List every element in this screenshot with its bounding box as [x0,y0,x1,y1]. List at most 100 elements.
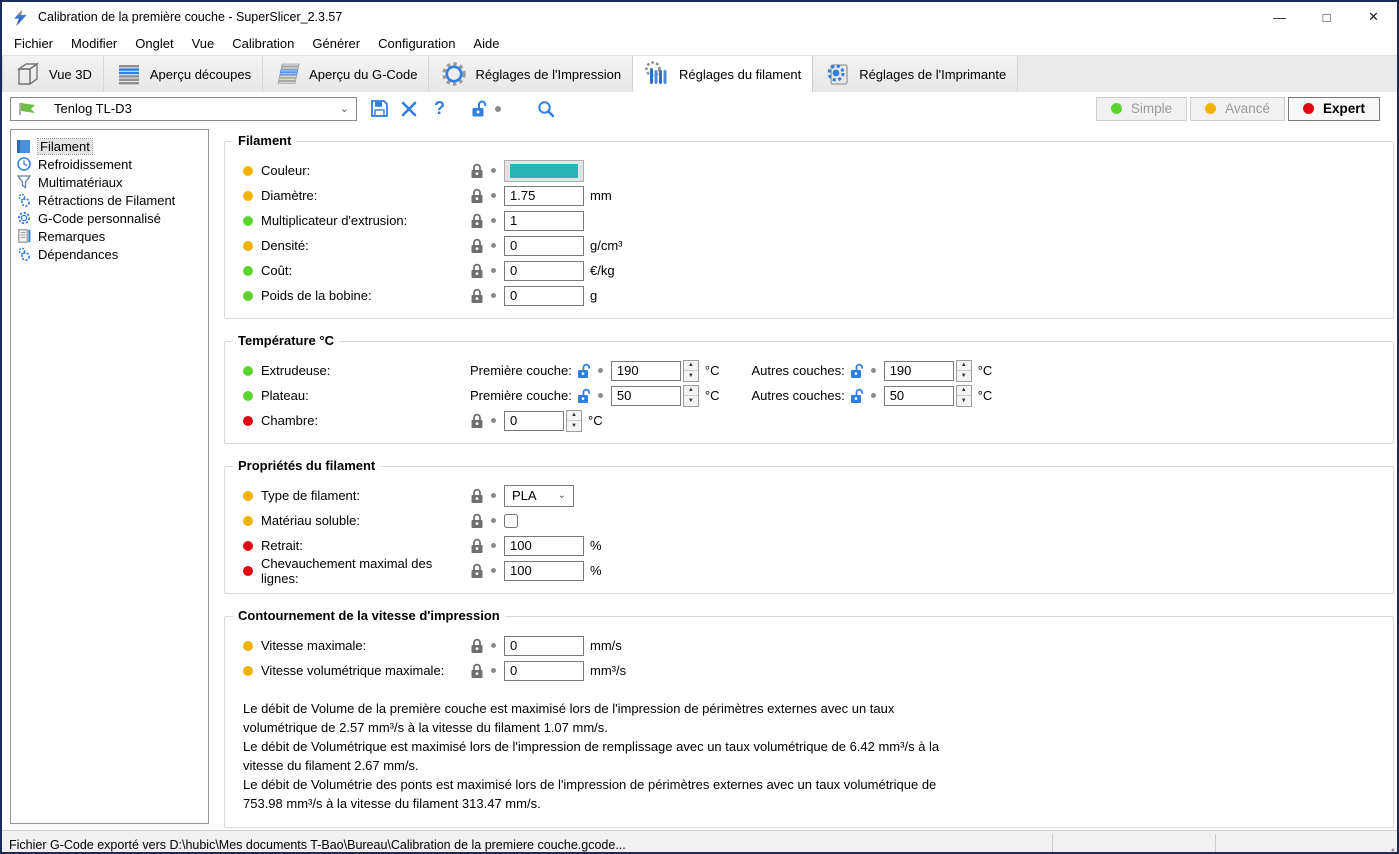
resize-grip[interactable] [1383,845,1395,852]
filament-type-dropdown[interactable]: PLA ⌄ [504,484,574,507]
maximize-button[interactable]: □ [1303,2,1350,32]
group-title: Propriétés du filament [233,458,381,473]
chamber-input[interactable] [504,410,564,431]
cout-input[interactable] [504,260,584,281]
unit-label: g/cm³ [590,238,623,253]
spin-down-button[interactable]: ▼ [567,421,581,431]
info-line: Le débit de Volumétrique est maximisé lo… [243,739,940,773]
mode-expert-button[interactable]: Expert [1287,96,1380,121]
spin-up-button[interactable]: ▲ [683,386,698,396]
save-preset-button[interactable] [370,99,389,118]
spin-down-button[interactable]: ▼ [684,371,698,381]
cooling-clock-icon [16,157,32,172]
lock-icon[interactable] [470,163,484,179]
unlock-icon[interactable] [850,388,864,404]
spin-down-button[interactable]: ▼ [957,396,971,406]
lock-icon[interactable] [470,513,484,529]
flow-info-text: Le débit de Volume de la première couche… [243,699,943,813]
unit-label: % [590,563,602,578]
color-swatch-button[interactable] [504,159,584,182]
tab-vue-3d[interactable]: Vue 3D [2,56,104,92]
lock-icon[interactable] [470,213,484,229]
search-button[interactable] [537,100,555,118]
settings-panel: Filament Couleur: Diamètre: m [224,125,1394,828]
mode-bullet-icon [243,565,253,576]
soluble-checkbox[interactable] [504,513,518,528]
mode-bullet-icon [243,665,253,676]
retrait-input[interactable] [504,535,584,556]
modified-dot-icon [491,643,496,648]
poids-input[interactable] [504,285,584,306]
mode-simple-button[interactable]: Simple [1095,96,1188,121]
lock-icon[interactable] [470,538,484,554]
sidebar-item-gcode-personnalise[interactable]: G-Code personnalisé [11,209,208,227]
setting-row-couleur: Couleur: [225,158,1393,183]
delete-preset-button[interactable] [400,100,418,118]
spin-up-button[interactable]: ▲ [956,361,971,371]
diametre-input[interactable] [504,185,584,206]
tab-apercu-decoupes[interactable]: Aperçu découpes [103,56,264,92]
sidebar-item-multimateriaux[interactable]: Multimatériaux [11,173,208,191]
lock-icon[interactable] [470,488,484,504]
lock-icon[interactable] [470,238,484,254]
extruder-first-layer-input[interactable] [610,360,681,381]
sidebar-item-dependances[interactable]: Dépendances [11,245,208,263]
lock-mode-button[interactable] [471,100,487,118]
lock-icon[interactable] [470,413,484,429]
sidebar-item-refroidissement[interactable]: Refroidissement [11,155,208,173]
lock-icon[interactable] [470,663,484,679]
sidebar-item-remarques[interactable]: Remarques [11,227,208,245]
menu-modifier[interactable]: Modifier [62,33,126,54]
menu-generer[interactable]: Générer [303,33,369,54]
menu-vue[interactable]: Vue [183,33,224,54]
lock-icon[interactable] [470,638,484,654]
lock-icon[interactable] [470,563,484,579]
first-layer-label: Première couche: [470,388,572,403]
help-button[interactable]: ? [434,98,445,119]
lock-icon[interactable] [470,188,484,204]
spin-up-button[interactable]: ▲ [683,361,698,371]
mode-avance-button[interactable]: Avancé [1190,96,1285,121]
mode-bullet-icon [243,265,253,276]
bed-first-layer-input[interactable] [610,385,681,406]
vitesse-max-input[interactable] [504,635,584,656]
menu-fichier[interactable]: Fichier [5,33,62,54]
unlock-icon[interactable] [850,363,864,379]
lock-icon[interactable] [470,263,484,279]
multiplicateur-input[interactable] [504,210,584,231]
sidebar-item-filament[interactable]: Filament [11,137,208,155]
filament-icon [16,139,32,154]
menu-configuration[interactable]: Configuration [369,33,464,54]
chevauchement-input[interactable] [504,560,584,581]
menu-calibration[interactable]: Calibration [223,33,303,54]
extruder-first-layer-spinner: ▲ ▼ [610,359,699,382]
tab-reglages-filament[interactable]: Réglages du filament [633,56,814,92]
spin-down-button[interactable]: ▼ [684,396,698,406]
lock-icon[interactable] [470,288,484,304]
spin-down-button[interactable]: ▼ [957,371,971,381]
tab-reglages-impression[interactable]: Réglages de l'Impression [429,56,634,92]
spin-up-button[interactable]: ▲ [567,411,581,421]
setting-label: Vitesse volumétrique maximale: [261,663,445,678]
unlock-icon[interactable] [577,388,591,404]
sidebar-item-label: G-Code personnalisé [38,210,161,226]
filament-color [510,163,578,178]
preset-flag-icon [19,102,35,115]
densite-input[interactable] [504,235,584,256]
tab-apercu-gcode[interactable]: Aperçu du G-Code [263,56,430,92]
vitesse-volumetrique-input[interactable] [504,660,584,681]
setting-row-multiplicateur: Multiplicateur d'extrusion: [225,208,1393,233]
printer-preset-dropdown[interactable]: Tenlog TL-D3 ⌄ [10,96,357,121]
tab-reglages-imprimante[interactable]: Réglages de l'Imprimante [813,56,1019,92]
setting-label: Matériau soluble: [261,513,360,528]
close-button[interactable]: ✕ [1350,2,1397,32]
menu-onglet[interactable]: Onglet [126,33,182,54]
extruder-other-layers-input[interactable] [883,360,954,381]
minimize-button[interactable]: — [1256,2,1303,32]
menu-aide[interactable]: Aide [464,33,508,54]
spin-up-button[interactable]: ▲ [956,386,971,396]
sidebar-item-retractions[interactable]: Rétractions de Filament [11,191,208,209]
modified-dot-icon [491,418,496,423]
bed-other-layers-input[interactable] [883,385,954,406]
unlock-icon[interactable] [577,363,591,379]
